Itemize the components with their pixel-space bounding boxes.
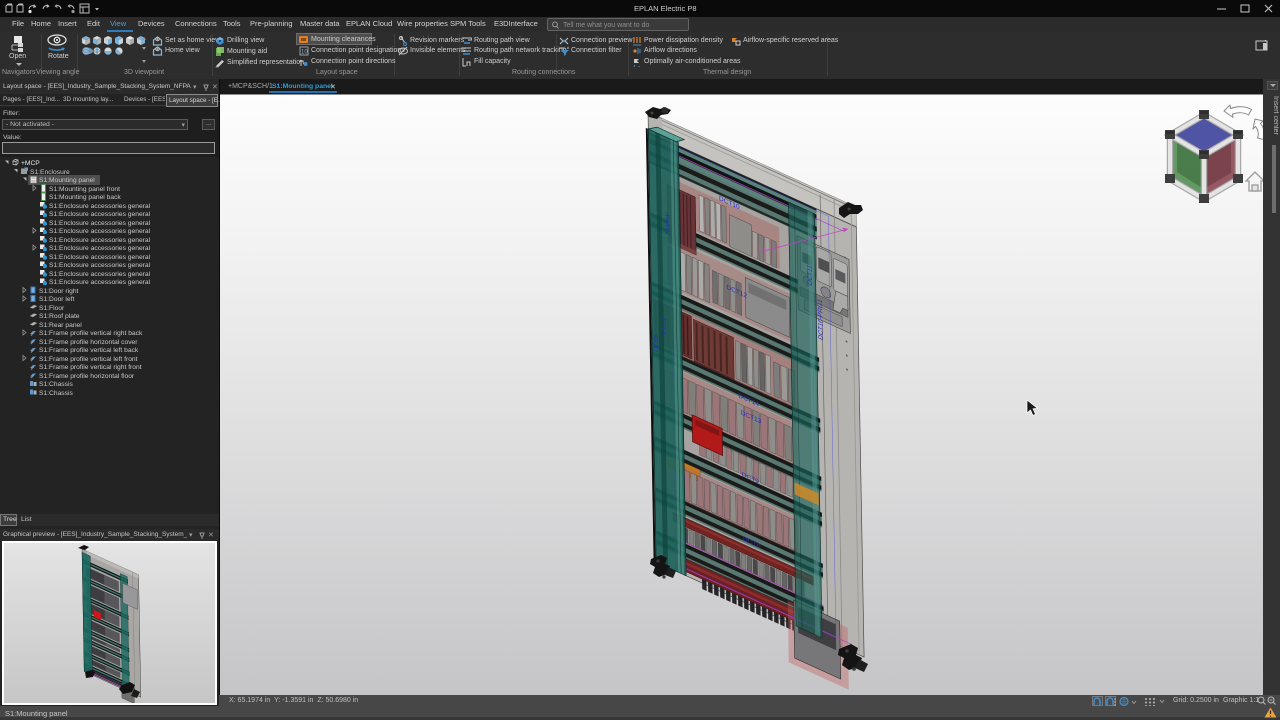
svg-text:-PLC1-: -PLC1- — [661, 314, 668, 338]
svg-text:16A/PW: 16A/PW — [665, 212, 672, 237]
svg-text:DCT16-PRG1: DCT16-PRG1 — [817, 298, 824, 342]
svg-text:DCT11: DCT11 — [807, 264, 814, 287]
svg-text:DCT6: DCT6 — [653, 333, 660, 353]
svg-text:10: 10 — [301, 50, 308, 56]
